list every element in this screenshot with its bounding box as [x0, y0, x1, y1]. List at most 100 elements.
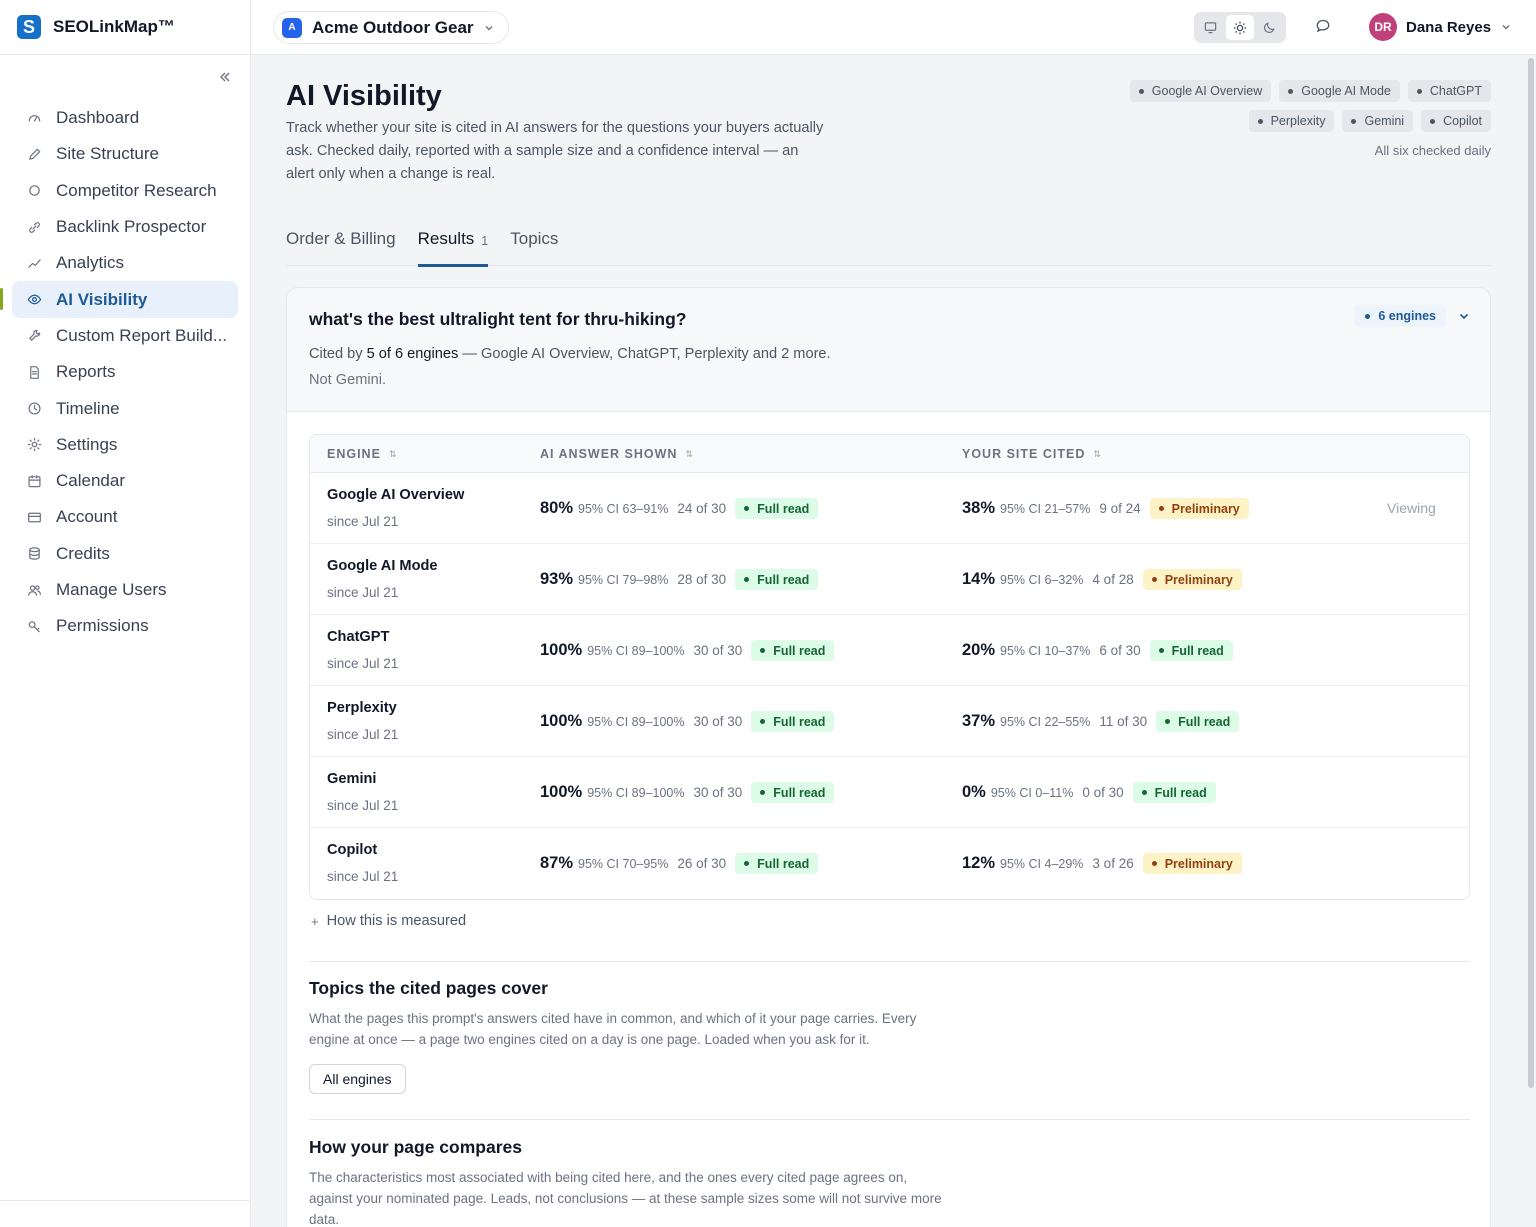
- sample-count: 28 of 30: [677, 572, 727, 587]
- sidebar-item-label: Calendar: [56, 471, 125, 491]
- read-status-badge: Full read: [1156, 711, 1240, 732]
- percentage: 100%: [540, 641, 583, 659]
- sidebar-item-ai-visibility[interactable]: AI Visibility: [0, 281, 238, 318]
- sidebar-item-label: Manage Users: [56, 580, 167, 599]
- divider: [309, 961, 1470, 962]
- how-measured-toggle[interactable]: + How this is measured: [311, 913, 466, 929]
- table-row[interactable]: Gemini since Jul 21 100% 95% CI 89–100% 30 o…: [310, 757, 1469, 828]
- confidence-interval: 95% CI 22–55%: [1000, 714, 1091, 729]
- chevron-down-icon: [484, 23, 494, 33]
- engine-chip: Google AI Overview: [1129, 80, 1272, 102]
- read-status-badge: Full read: [751, 711, 835, 732]
- table-row[interactable]: Perplexity since Jul 21 100% 95% CI 89–100%…: [310, 686, 1469, 757]
- wrench-icon: [26, 328, 42, 344]
- prompt-card-header[interactable]: what's the best ultralight tent for thru…: [287, 288, 1490, 412]
- table-row[interactable]: Google AI Mode since Jul 21 93% 95% CI 79–9…: [310, 544, 1469, 615]
- engines-count-badge: 6 engines: [1355, 305, 1446, 327]
- sun-icon[interactable]: [1226, 15, 1254, 40]
- site-cited-metric: 38% 95% CI 21–57% 9 of 24 Preliminary: [962, 498, 1249, 519]
- project-switcher[interactable]: A Acme Outdoor Gear: [273, 11, 509, 44]
- percentage: 37%: [962, 712, 996, 730]
- sidebar-item-dashboard[interactable]: Dashboard: [12, 100, 238, 136]
- site-cited-metric: 0% 95% CI 0–11% 0 of 30 Full read: [962, 782, 1216, 803]
- sidebar-item-reports[interactable]: Reports: [12, 354, 238, 390]
- cited-prefix: Cited by: [309, 346, 367, 362]
- collapse-sidebar-icon[interactable]: [216, 68, 234, 86]
- brand[interactable]: S SEOLinkMap™: [0, 0, 250, 55]
- percentage: 12%: [962, 854, 996, 872]
- confidence-interval: 95% CI 21–57%: [1000, 501, 1091, 516]
- topics-section-description: What the pages this prompt's answers cit…: [309, 1011, 917, 1047]
- read-status-badge: Preliminary: [1149, 498, 1249, 519]
- site-cited-metric: 12% 95% CI 4–29% 3 of 26 Preliminary: [962, 853, 1242, 874]
- read-status-badge: Full read: [1132, 782, 1216, 803]
- chevron-down-icon[interactable]: [1458, 310, 1470, 322]
- calendar-icon: [26, 473, 42, 489]
- user-menu[interactable]: DR Dana Reyes: [1369, 13, 1511, 41]
- theme-toggle: [1194, 12, 1286, 43]
- table-row[interactable]: ChatGPT since Jul 21 100% 95% CI 89–100% 30 …: [310, 615, 1469, 686]
- engine-since: since Jul 21: [327, 869, 399, 884]
- table-row[interactable]: Copilot since Jul 21 87% 95% CI 70–95% 26 of…: [310, 828, 1469, 899]
- topics-section-title: Topics the cited pages cover: [309, 978, 548, 998]
- engine-chip: ChatGPT: [1407, 80, 1491, 102]
- engine-chip: Perplexity: [1248, 110, 1335, 132]
- sidebar-item-site-structure[interactable]: Site Structure: [12, 136, 238, 172]
- column-header-shown[interactable]: AI ANSWER SHOWN ⇅: [540, 447, 693, 461]
- engine-since: since Jul 21: [327, 798, 399, 813]
- sidebar-item-analytics[interactable]: Analytics: [12, 245, 238, 281]
- chevron-down-icon: [1501, 22, 1511, 32]
- confidence-interval: 95% CI 70–95%: [578, 856, 669, 871]
- tab-order-billing[interactable]: Order & Billing: [286, 219, 396, 266]
- sidebar-item-backlink-prospector[interactable]: Backlink Prospector: [12, 209, 238, 245]
- percentage: 100%: [540, 783, 583, 801]
- answer-shown-metric: 100% 95% CI 89–100% 30 of 30 Full read: [540, 711, 835, 732]
- topbar: A Acme Outdoor Gear DR Dana Reyes: [251, 0, 1536, 55]
- column-label: ENGINE: [327, 447, 381, 461]
- engine-name: Gemini: [327, 771, 377, 787]
- sidebar-item-calendar[interactable]: Calendar: [12, 463, 238, 499]
- sidebar-item-account[interactable]: Account: [12, 499, 238, 535]
- tab-results[interactable]: Results 1: [417, 219, 489, 267]
- tab-count: 1: [481, 234, 489, 248]
- column-header-engine[interactable]: ENGINE ⇅: [327, 447, 396, 461]
- plus-icon: +: [311, 913, 319, 929]
- sidebar-item-manage-users[interactable]: Manage Users: [12, 572, 238, 608]
- tab-label: Topics: [510, 229, 559, 248]
- sidebar-item-label: Permissions: [56, 616, 149, 636]
- scrollbar[interactable]: [1528, 58, 1534, 1088]
- eye-icon: [26, 292, 42, 308]
- site-cited-metric: 14% 95% CI 6–32% 4 of 28 Preliminary: [962, 569, 1242, 590]
- tab-topics[interactable]: Topics: [510, 219, 558, 266]
- read-status-badge: Full read: [735, 853, 819, 874]
- percentage: 87%: [540, 854, 574, 872]
- sidebar-item-custom-report-build[interactable]: Custom Report Build...: [12, 318, 238, 354]
- monitor-icon[interactable]: [1197, 15, 1224, 40]
- sidebar-item-label: Dashboard: [56, 108, 140, 128]
- all-engines-button[interactable]: All engines: [309, 1064, 406, 1094]
- confidence-interval: 95% CI 0–11%: [990, 785, 1074, 800]
- column-header-cited[interactable]: YOUR SITE CITED ⇅: [962, 447, 1101, 461]
- engine-results-table: ENGINE ⇅ AI ANSWER SHOWN ⇅ YOUR SITE CITED…: [309, 434, 1470, 900]
- answer-shown-metric: 93% 95% CI 79–98% 28 of 30 Full read: [540, 569, 819, 590]
- sidebar-item-permissions[interactable]: Permissions: [12, 608, 238, 644]
- sidebar-item-credits[interactable]: Credits: [12, 536, 238, 572]
- engine-chip: Gemini: [1342, 110, 1414, 132]
- sidebar-item-timeline[interactable]: Timeline: [12, 390, 238, 426]
- engine-since: since Jul 21: [327, 585, 399, 600]
- sidebar-item-label: Custom Report Build...: [56, 325, 228, 345]
- table-row[interactable]: Google AI Overview since Jul 21 80% 95% CI …: [310, 473, 1469, 544]
- sidebar-item-settings[interactable]: Settings: [12, 427, 238, 463]
- chat-bubble-icon[interactable]: [1315, 18, 1333, 36]
- engine-name: Copilot: [327, 842, 378, 858]
- sidebar-footer-divider: [0, 1200, 251, 1201]
- sample-count: 26 of 30: [677, 856, 727, 871]
- cited-engines: — Google AI Overview, ChatGPT, Perplexit…: [458, 346, 831, 362]
- sort-icon: ⇅: [685, 448, 693, 459]
- answer-shown-metric: 87% 95% CI 70–95% 26 of 30 Full read: [540, 853, 819, 874]
- moon-icon[interactable]: [1256, 15, 1283, 40]
- engine-name: Perplexity: [327, 700, 397, 716]
- sidebar-item-competitor-research[interactable]: Competitor Research: [12, 173, 238, 209]
- sidebar-item-label: AI Visibility: [56, 289, 148, 309]
- percentage: 14%: [962, 570, 996, 588]
